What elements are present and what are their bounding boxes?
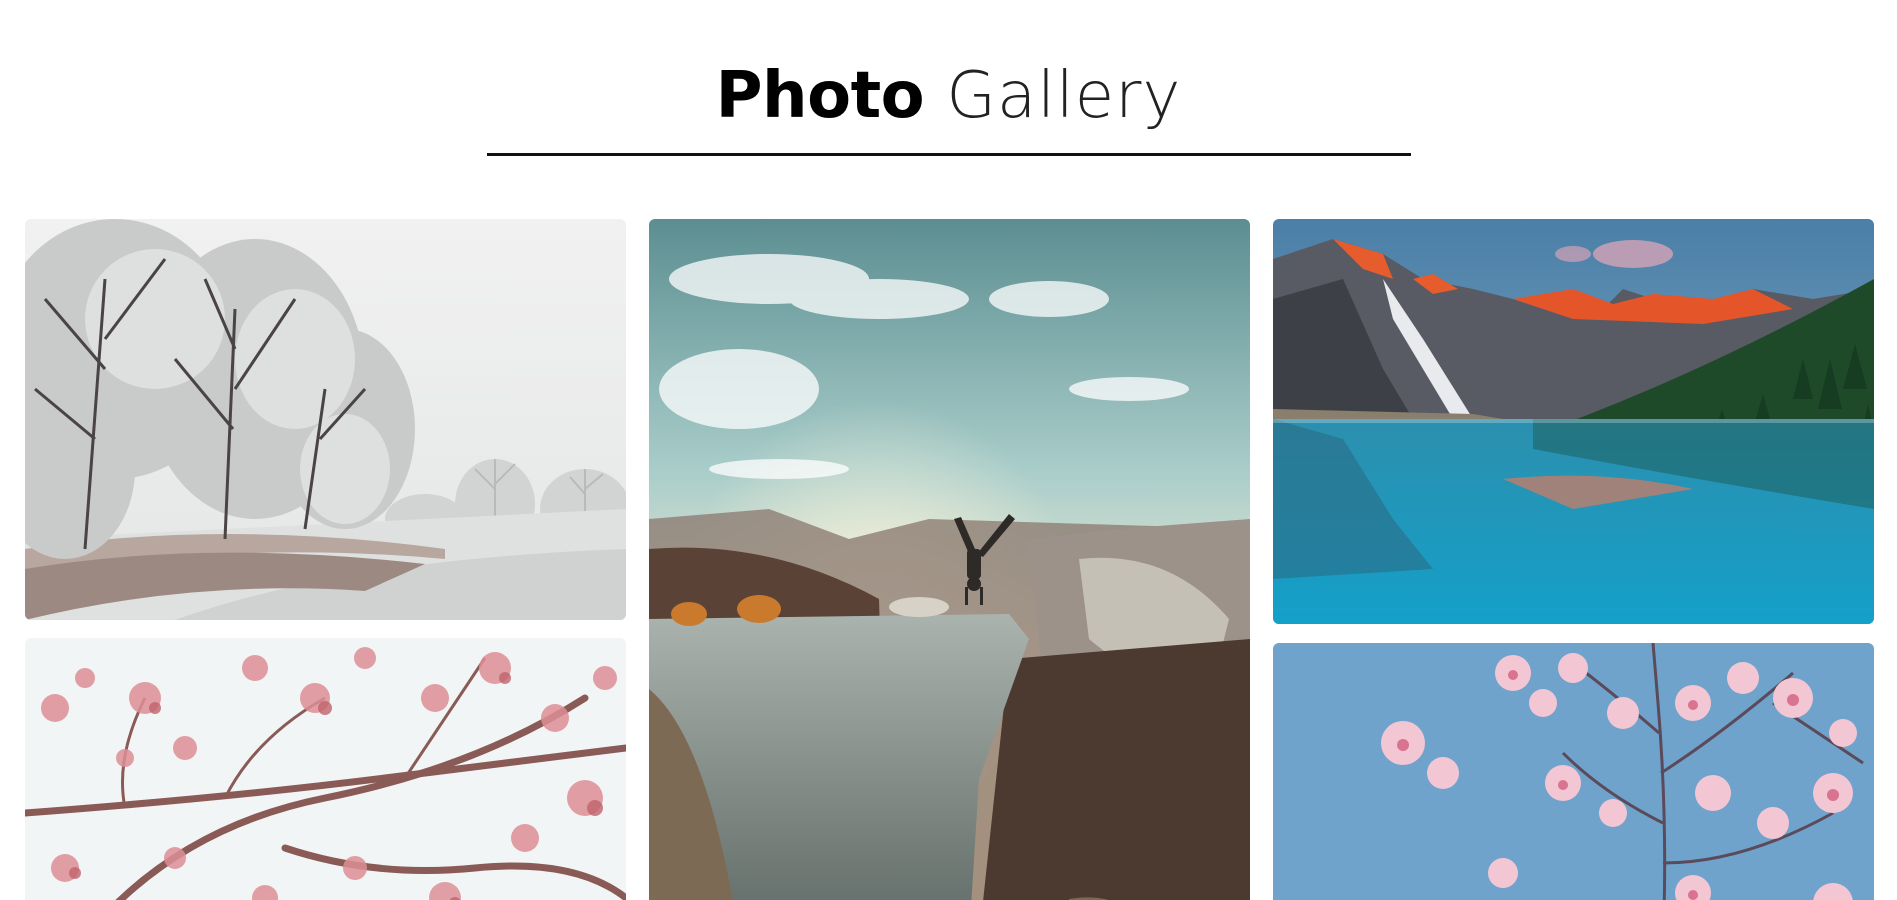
- photo-canyon-handstand[interactable]: [649, 219, 1250, 900]
- mountain-lake-image: [1273, 219, 1874, 624]
- photo-mountain-lake[interactable]: [1273, 219, 1874, 624]
- photo-grid: [0, 0, 1897, 900]
- photo-cherry-blossoms[interactable]: [1273, 643, 1874, 900]
- canyon-handstand-image: [649, 219, 1250, 900]
- photo-snowy-trees[interactable]: [25, 219, 626, 620]
- pink-blossoms-image: [25, 638, 626, 900]
- photo-pink-blossoms[interactable]: [25, 638, 626, 900]
- snowy-trees-image: [25, 219, 626, 620]
- cherry-blossoms-image: [1273, 643, 1874, 900]
